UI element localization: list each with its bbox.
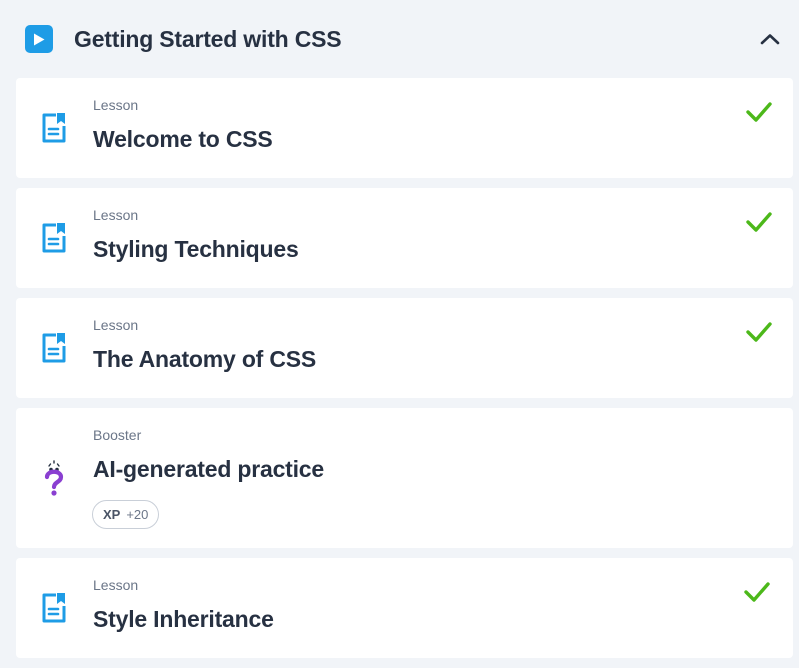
item-kind: Lesson	[93, 317, 139, 333]
checkmark-icon	[746, 212, 772, 232]
section-title: Getting Started with CSS	[74, 25, 342, 52]
item-title: Welcome to CSS	[93, 126, 273, 152]
item-kind: Lesson	[93, 207, 139, 223]
lesson-document-icon	[40, 591, 68, 625]
lesson-document-icon	[40, 331, 68, 365]
item-title: AI-generated practice	[93, 456, 324, 482]
item-kind: Lesson	[93, 577, 139, 593]
xp-value: +20	[126, 507, 149, 522]
section-header[interactable]: Getting Started with CSS	[0, 0, 799, 78]
item-kind: Booster	[93, 427, 142, 443]
question-mark-icon	[40, 460, 68, 496]
item-title: Styling Techniques	[93, 236, 299, 262]
lesson-card[interactable]: Lesson The Anatomy of CSS	[16, 298, 793, 398]
lesson-document-icon	[40, 221, 68, 255]
chevron-up-icon[interactable]	[757, 26, 783, 52]
checkmark-icon	[744, 582, 770, 602]
checkmark-icon	[746, 102, 772, 122]
lesson-card[interactable]: Lesson Styling Techniques	[16, 188, 793, 288]
lesson-list: Lesson Welcome to CSS Lesson Styling Tec…	[0, 78, 799, 658]
lesson-card[interactable]: Lesson Welcome to CSS	[16, 78, 793, 178]
lesson-document-icon	[40, 111, 68, 145]
xp-label: XP	[103, 507, 121, 522]
play-icon	[25, 25, 53, 53]
lesson-card[interactable]: Lesson Style Inheritance	[16, 558, 793, 658]
item-title: Style Inheritance	[93, 606, 274, 632]
item-title: The Anatomy of CSS	[93, 346, 317, 372]
checkmark-icon	[746, 322, 772, 342]
booster-card[interactable]: Booster AI-generated practice XP +20	[16, 408, 793, 548]
item-kind: Lesson	[93, 97, 139, 113]
xp-badge: XP +20	[92, 500, 160, 529]
